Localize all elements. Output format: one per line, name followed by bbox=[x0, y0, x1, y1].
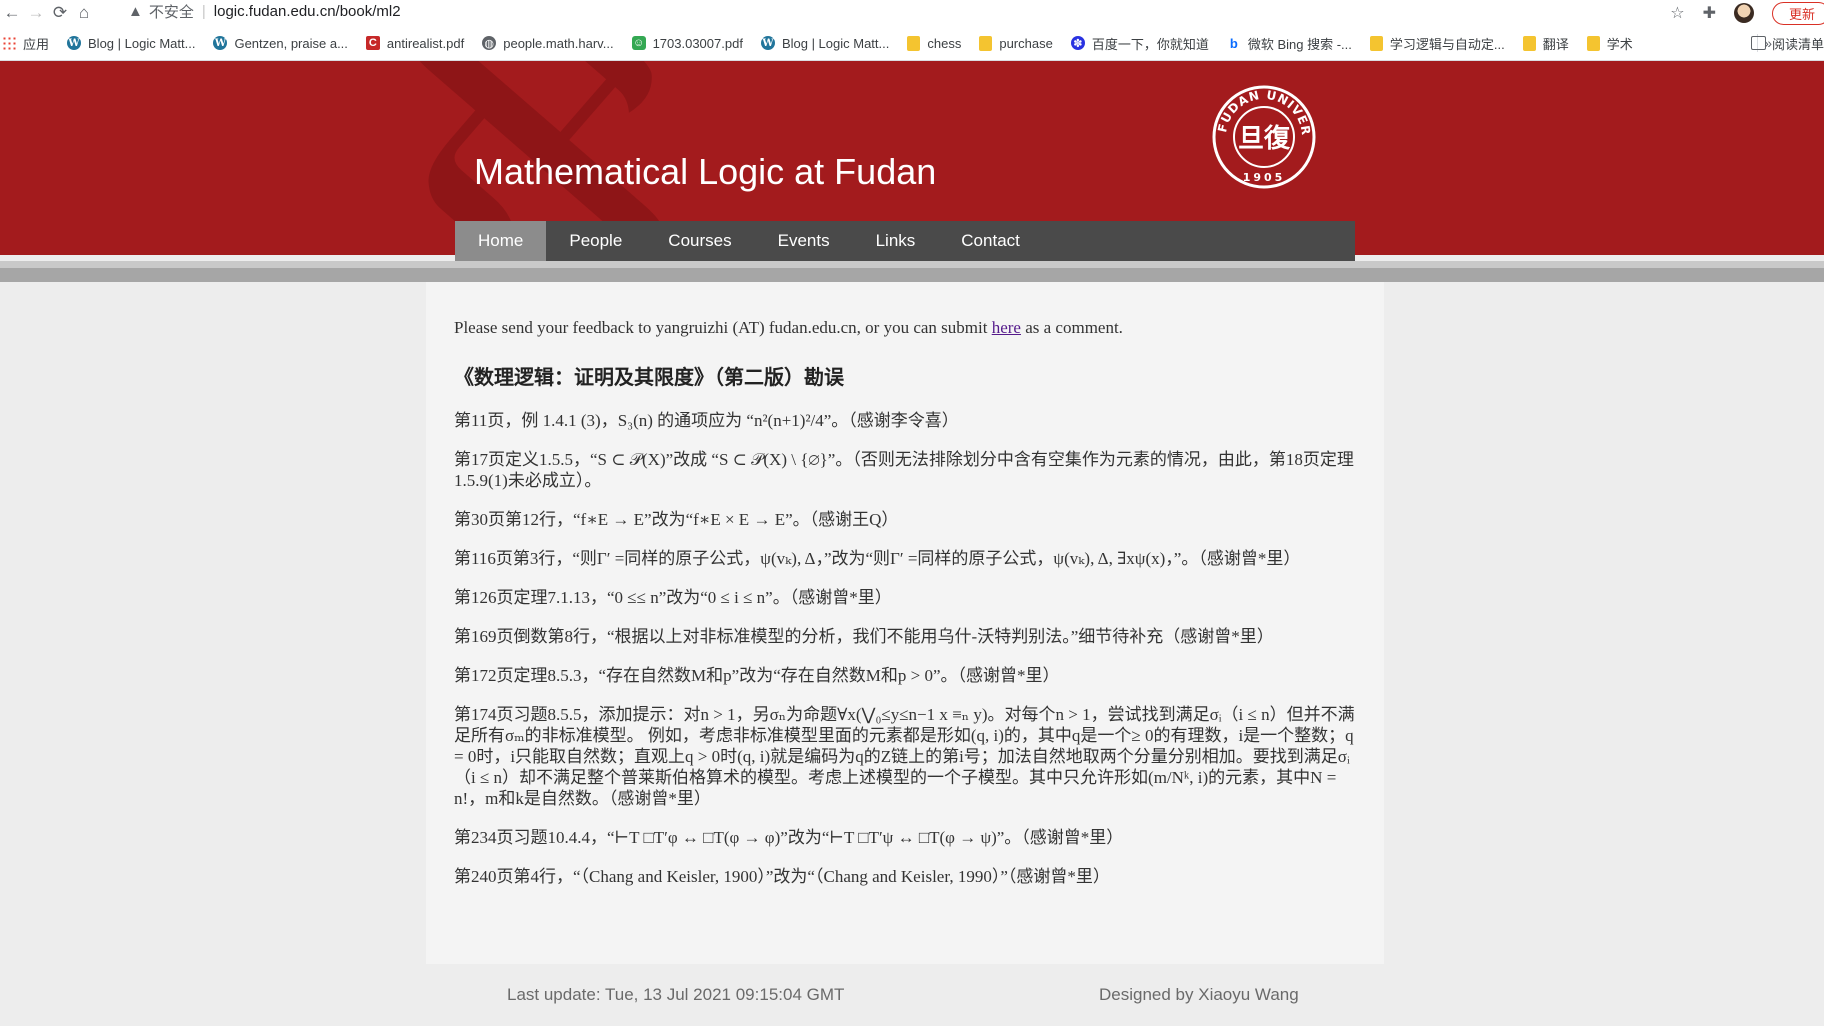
bookmark-folder[interactable]: 学习逻辑与自动定... bbox=[1369, 34, 1505, 53]
bookmark-item[interactable]: ◍ people.math.harv... bbox=[482, 35, 614, 51]
bookmark-label: purchase bbox=[999, 35, 1053, 51]
nav-contact[interactable]: Contact bbox=[938, 221, 1043, 261]
feedback-text: Please send your feedback to yangruizhi … bbox=[454, 318, 992, 337]
bookmark-item[interactable]: Cantirealist.pdf bbox=[365, 35, 465, 51]
bookmark-apps[interactable]: 应用 bbox=[2, 34, 49, 53]
errata-item: 第11页，例 1.4.1 (3)，S₃(n) 的通项应为 “n²(n+1)²/4… bbox=[454, 411, 959, 430]
bookmark-label: 应用 bbox=[23, 36, 50, 52]
errata-item: 第116页第3行，“则Γ′ =同样的原子公式，ψ(vₖ), Δ，”改为“则Γ′ … bbox=[454, 549, 1301, 568]
baidu-icon: ✽ bbox=[1070, 36, 1085, 50]
wordpress-icon: W bbox=[67, 36, 82, 50]
nav-courses[interactable]: Courses bbox=[645, 221, 754, 261]
bookmarks-bar: 应用 W Blog | Logic Matt... W Gentzen, prais… bbox=[0, 26, 1824, 61]
bookmark-item[interactable]: W Blog | Logic Matt... bbox=[67, 36, 195, 51]
logo-center: 旦復 bbox=[1238, 123, 1291, 154]
bookmark-label: 学术 bbox=[1606, 36, 1633, 52]
feedback-text-end: as a comment. bbox=[1020, 318, 1123, 337]
bookmark-item[interactable]: ✽ 百度一下，你就知道 bbox=[1070, 34, 1209, 53]
profile-avatar[interactable] bbox=[1733, 3, 1754, 23]
nav-home[interactable]: Home bbox=[455, 221, 547, 261]
site-title: Mathematical Logic at Fudan bbox=[474, 151, 937, 192]
reading-list-button[interactable]: 阅读清单 bbox=[1750, 34, 1824, 53]
bookmark-label: Blog | Logic Matt... bbox=[781, 35, 890, 51]
wordpress-icon: W bbox=[760, 36, 775, 50]
feedback-line: Please send your feedback to yangruizhi … bbox=[454, 318, 1123, 338]
folder-icon bbox=[1586, 35, 1600, 51]
bookmark-label: 学习逻辑与自动定... bbox=[1389, 36, 1505, 52]
green-icon: ☺ bbox=[631, 36, 646, 50]
errata-item: 第169页倒数第8行，“根据以上对非标准模型的分析，我们不能用乌什-沃特判别法。… bbox=[454, 627, 1274, 646]
reading-list-icon bbox=[1750, 36, 1766, 50]
insecure-label: 不安全 bbox=[148, 3, 194, 21]
nav-events[interactable]: Events bbox=[755, 221, 853, 261]
forward-icon[interactable]: → bbox=[24, 3, 48, 23]
last-update: Last update: Tue, 13 Jul 2021 09:15:04 G… bbox=[507, 985, 845, 1004]
address-bar[interactable]: ▲ 不安全 | logic.fudan.edu.cn/book/ml2 bbox=[128, 0, 401, 22]
errata-item: 第240页第4行，“（Chang and Keisler, 1900）”改为“（… bbox=[454, 867, 1110, 886]
errata-item: 第172页定理8.5.3，“存在自然数M和p”改为“存在自然数M和p > 0”。… bbox=[454, 666, 1060, 685]
browser-toolbar: ← → ⟳ ⌂ ▲ 不安全 | logic.fudan.edu.cn/book/… bbox=[0, 0, 1824, 26]
main-nav: Home People Courses Events Links Contact bbox=[455, 221, 1355, 261]
fudan-logo: FUDAN UNIVERSITY 1905 旦復 bbox=[1212, 85, 1316, 189]
page-title: 《数理逻辑：证明及其限度》（第二版）勘误 bbox=[454, 367, 844, 389]
bookmark-folder[interactable]: chess bbox=[907, 35, 962, 51]
bookmark-label: 1703.03007.pdf bbox=[652, 35, 743, 51]
bookmark-item[interactable]: b 微软 Bing 搜索 -... bbox=[1226, 34, 1352, 53]
nav-people[interactable]: People bbox=[546, 221, 645, 261]
bookmark-label: chess bbox=[927, 35, 962, 51]
warning-icon: ▲ bbox=[128, 2, 143, 20]
update-button[interactable]: 更新 bbox=[1771, 1, 1824, 25]
bookmark-folder[interactable]: 翻译 bbox=[1522, 34, 1569, 53]
apps-icon bbox=[2, 36, 16, 50]
toolbar-right: ☆ ✚ 更新 bbox=[1670, 0, 1824, 26]
nav-links[interactable]: Links bbox=[853, 221, 939, 261]
bookmark-label: antirealist.pdf bbox=[386, 35, 465, 51]
bookmark-item[interactable]: W Gentzen, praise a... bbox=[213, 35, 348, 51]
errata-item: 第234页习题10.4.4，“⊢T □T′φ ↔ □T(φ → φ)”改为“⊢T… bbox=[454, 828, 1124, 847]
folder-icon bbox=[979, 35, 993, 51]
folder-icon bbox=[907, 35, 921, 51]
bookmark-folder[interactable]: purchase bbox=[979, 35, 1053, 51]
c-icon: C bbox=[365, 36, 380, 50]
back-icon[interactable]: ← bbox=[0, 3, 24, 23]
errata-item: 第174页习题8.5.5，添加提示：对n > 1，另σₙ为命题∀x(⋁₀≤y≤n… bbox=[454, 705, 1355, 808]
bookmark-item[interactable]: ☺ 1703.03007.pdf bbox=[631, 35, 743, 51]
errata-item: 第17页定义1.5.5，“S ⊂ 𝒫(X)”改成 “S ⊂ 𝒫(X) \ {∅}… bbox=[454, 450, 1354, 490]
logo-year: 1905 bbox=[1243, 171, 1286, 184]
bookmark-label: Blog | Logic Matt... bbox=[88, 35, 196, 51]
reload-icon[interactable]: ⟳ bbox=[48, 3, 72, 23]
bing-icon: b bbox=[1226, 36, 1241, 51]
designer-credit: Designed by Xiaoyu Wang bbox=[1099, 985, 1299, 1004]
url-text[interactable]: logic.fudan.edu.cn/book/ml2 bbox=[214, 3, 401, 20]
errata-item: 第30页第12行，“f∗E → E”改为“f∗E × E → E”。（感谢王Q） bbox=[454, 510, 899, 529]
folder-icon bbox=[1522, 35, 1536, 51]
extensions-icon[interactable]: ✚ bbox=[1703, 3, 1716, 23]
bookmark-label: 微软 Bing 搜索 -... bbox=[1247, 36, 1352, 52]
errata-list: 第11页，例 1.4.1 (3)，S₃(n) 的通项应为 “n²(n+1)²/4… bbox=[454, 410, 1364, 905]
header-divider bbox=[0, 261, 1824, 268]
reading-list-label: 阅读清单 bbox=[1771, 36, 1824, 52]
bookmark-item[interactable]: W Blog | Logic Matt... bbox=[760, 35, 890, 51]
globe-icon: ◍ bbox=[482, 36, 497, 50]
home-icon[interactable]: ⌂ bbox=[72, 3, 96, 23]
bookmark-label: Gentzen, praise a... bbox=[234, 35, 348, 51]
star-icon[interactable]: ☆ bbox=[1670, 3, 1684, 23]
main-content: Please send your feedback to yangruizhi … bbox=[426, 282, 1384, 964]
bookmark-label: people.math.harv... bbox=[503, 35, 614, 51]
header-divider-shadow bbox=[0, 268, 1824, 282]
bookmark-folder[interactable]: 学术 bbox=[1586, 34, 1633, 53]
errata-item: 第126页定理7.1.13，“0 ≤≤ n”改为“0 ≤ i ≤ n”。（感谢曾… bbox=[454, 588, 892, 607]
folder-icon bbox=[1369, 35, 1383, 51]
omnibox-separator: | bbox=[201, 2, 206, 20]
bookmark-label: 翻译 bbox=[1542, 36, 1569, 52]
wordpress-icon: W bbox=[213, 36, 228, 50]
bookmark-label: 百度一下，你就知道 bbox=[1091, 36, 1209, 52]
feedback-link[interactable]: here bbox=[992, 318, 1021, 337]
